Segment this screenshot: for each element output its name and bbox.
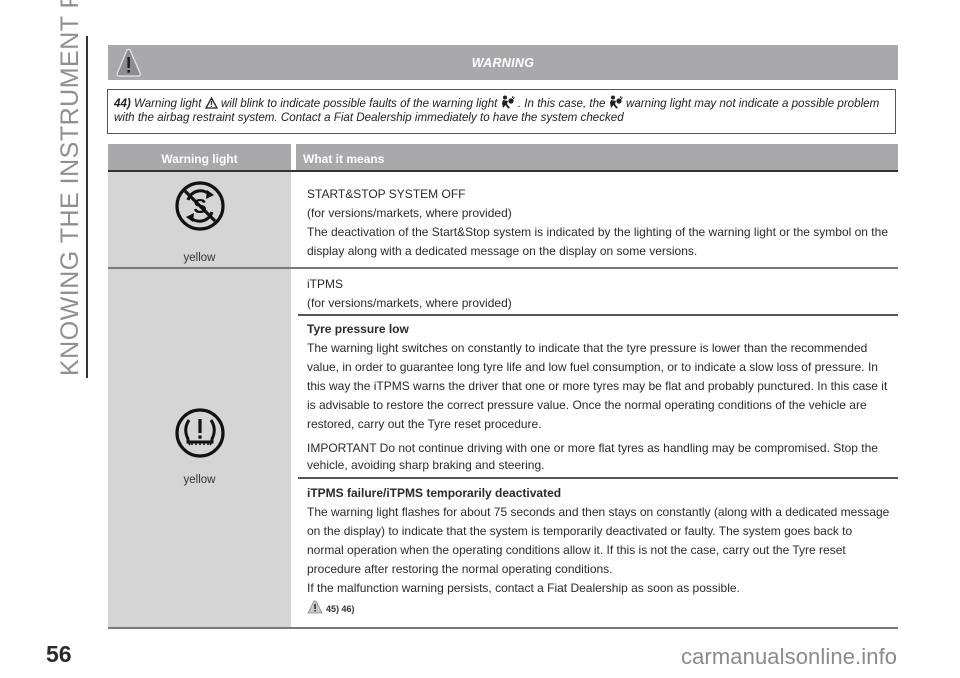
table-header: Warning light What it means [108,144,898,172]
page-number: 56 [46,641,72,667]
warning-triangle-icon [307,600,323,614]
subsection-important: IMPORTANT Do not continue driving with o… [307,441,878,472]
subsection-divider [298,314,898,316]
table-row-itpms-text: iTPMS (for versions/markets, where provi… [307,275,892,313]
row-availability: (for versions/markets, where provided) [307,206,512,220]
footnote-references: 45) 46) [307,600,355,614]
tyre-pressure-icon [175,408,225,458]
airbag-icon [501,95,515,109]
airbag-icon [609,95,623,109]
table-bottom-border [108,627,898,629]
section-divider [86,36,88,378]
subsection-heading: iTPMS failure/iTPMS temporarily deactiva… [307,486,562,500]
watermark: carmanualsonline.info [681,644,898,669]
section-title: KNOWING THE INSTRUMENT PANEL [56,0,84,376]
warning-triangle-icon [204,97,218,109]
subsection-extra: If the malfunction warning persists, con… [307,581,740,595]
table-row-start-stop-text: START&STOP SYSTEM OFF (for versions/mark… [307,185,892,261]
row-description: The deactivation of the Start&Stop syste… [307,225,888,258]
row-title: iTPMS [307,277,343,291]
warning-color: yellow [183,252,216,264]
row-availability: (for versions/markets, where provided) [307,296,512,310]
subsection-itpms-failure: iTPMS failure/iTPMS temporarily deactiva… [307,484,892,598]
subsection-heading: Tyre pressure low [307,322,409,336]
subsection-tyre-pressure-low: Tyre pressure low The warning light swit… [307,320,892,474]
subsection-body: The warning light switches on constantly… [307,341,888,431]
column-header-meaning: What it means [303,152,385,166]
warning-header: WARNING [108,45,898,80]
warning-title: WARNING [471,56,535,70]
note-number: 44) [114,97,131,110]
warning-note: 44) Warning light will blink to indicate… [107,89,896,134]
table-row-start-stop-icon-cell: S yellow [108,172,291,268]
warning-color: yellow [183,474,216,486]
row-title: START&STOP SYSTEM OFF [307,187,466,201]
subsection-divider [298,477,898,479]
start-stop-off-icon: S [175,181,225,231]
subsection-body: The warning light flashes for about 75 s… [307,505,890,576]
column-header-warning-light: Warning light [161,152,238,166]
table-row-itpms-icon-cell: yellow [108,269,291,627]
